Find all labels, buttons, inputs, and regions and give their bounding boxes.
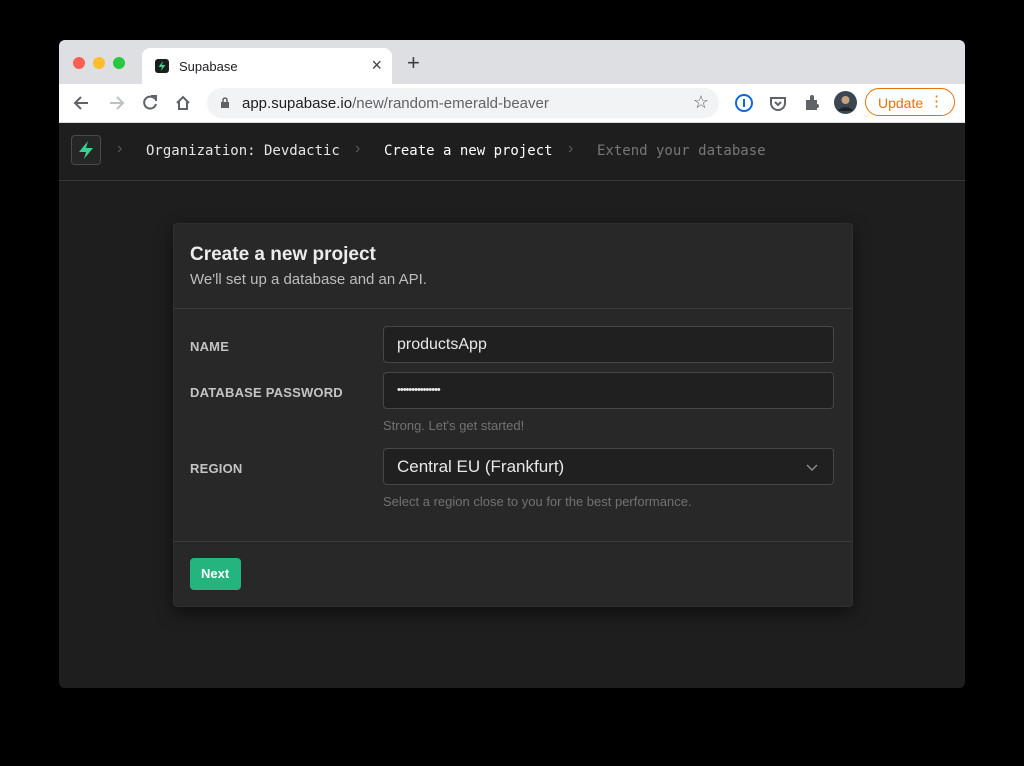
forward-icon[interactable]: [107, 91, 125, 122]
tab-close-icon[interactable]: ×: [371, 55, 382, 75]
maximize-window-button[interactable]: [113, 57, 125, 69]
breadcrumb-separator: ›: [568, 140, 574, 157]
region-value: Central EU (Frankfurt): [397, 457, 565, 476]
project-name-value: productsApp: [397, 336, 487, 353]
next-button-label: Next: [201, 566, 230, 581]
url-host: app.supabase.io: [242, 95, 353, 112]
address-bar[interactable]: app.supabase.io/new/random-emerald-beave…: [207, 88, 719, 118]
tab-title: Supabase: [179, 59, 238, 74]
project-name-input[interactable]: productsApp: [383, 326, 834, 363]
database-password-input[interactable]: •••••••••••••••: [383, 372, 834, 409]
card-footer-divider: [174, 541, 852, 542]
profile-avatar[interactable]: [834, 91, 857, 114]
reload-icon[interactable]: [141, 91, 159, 122]
create-project-card: Create a new project We'll set up a data…: [173, 223, 853, 607]
browser-toolbar: app.supabase.io/new/random-emerald-beave…: [59, 84, 965, 123]
lock-icon: [220, 96, 230, 108]
supabase-logo-icon[interactable]: [71, 135, 101, 165]
new-tab-button[interactable]: +: [407, 52, 420, 74]
card-header: Create a new project We'll set up a data…: [174, 224, 852, 309]
region-hint: Select a region close to you for the bes…: [383, 494, 692, 509]
region-select[interactable]: Central EU (Frankfurt): [383, 448, 834, 485]
url-text: app.supabase.io/new/random-emerald-beave…: [242, 95, 549, 112]
breadcrumb-separator: ›: [117, 140, 123, 157]
supabase-favicon-icon: [155, 59, 169, 73]
chevron-down-icon: [805, 460, 819, 474]
page-subtitle: We'll set up a database and an API.: [190, 271, 427, 288]
minimize-window-button[interactable]: [93, 57, 105, 69]
name-label: NAME: [190, 339, 230, 354]
password-strength-hint: Strong. Let's get started!: [383, 418, 525, 433]
extensions-icon[interactable]: [802, 93, 822, 113]
password-manager-icon[interactable]: [734, 93, 754, 113]
star-icon[interactable]: ☆: [693, 92, 709, 113]
page-title: Create a new project: [190, 244, 376, 265]
menu-dots-icon[interactable]: ⋮: [929, 93, 944, 111]
update-label: Update: [878, 95, 924, 111]
top-navigation: › Organization: Devdactic › Create a new…: [59, 123, 965, 181]
breadcrumb-current: Create a new project: [384, 143, 553, 159]
tab-strip: Supabase × +: [59, 40, 965, 84]
database-password-label: DATABASE PASSWORD: [190, 385, 343, 400]
pocket-icon[interactable]: [768, 93, 788, 113]
region-label: REGION: [190, 461, 243, 476]
supabase-app: › Organization: Devdactic › Create a new…: [59, 123, 965, 688]
database-password-value: •••••••••••••••: [397, 384, 441, 396]
update-button[interactable]: Update ⋮: [865, 88, 955, 116]
browser-tab[interactable]: Supabase ×: [142, 48, 392, 84]
breadcrumb-separator: ›: [355, 140, 361, 157]
next-button[interactable]: Next: [190, 558, 241, 590]
close-window-button[interactable]: [73, 57, 85, 69]
home-icon[interactable]: [174, 91, 192, 122]
url-path: /new/random-emerald-beaver: [352, 95, 549, 112]
breadcrumb-next-step: Extend your database: [597, 143, 766, 159]
breadcrumb-organization[interactable]: Organization: Devdactic: [146, 143, 340, 159]
back-icon[interactable]: [73, 91, 91, 122]
browser-window: Supabase × + app.supabase.io/new/random-…: [59, 40, 965, 688]
